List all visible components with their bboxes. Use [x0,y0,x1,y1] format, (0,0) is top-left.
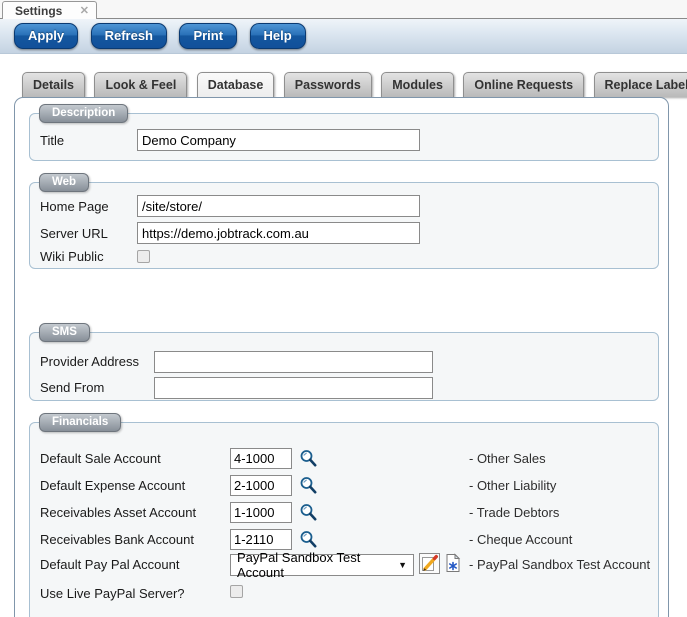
provider-address-label: Provider Address [40,354,139,369]
tab-replace-labels[interactable]: Replace Labels [594,72,687,97]
lookup-icon[interactable] [299,449,318,468]
settings-tab-title: Settings [3,4,62,18]
wiki-public-checkbox[interactable] [137,250,150,263]
apply-button[interactable]: Apply [14,23,78,49]
help-button[interactable]: Help [250,23,306,49]
server-url-input[interactable] [137,222,420,244]
receivables-bank-account-label: Receivables Bank Account [40,532,194,547]
receivables-asset-account-input[interactable] [230,502,292,523]
tab-details[interactable]: Details [22,72,85,97]
description-section: Description Title [29,113,659,161]
dropdown-arrow-icon: ▼ [398,560,407,570]
tab-database[interactable]: Database [197,72,275,97]
default-expense-account-label: Default Expense Account [40,478,185,493]
account-comment: - Other Liability [469,478,556,493]
title-input[interactable] [137,129,420,151]
account-comment: - Trade Debtors [469,505,559,520]
provider-address-input[interactable] [154,351,433,373]
account-comment: - Other Sales [469,451,546,466]
wiki-public-label: Wiki Public [40,249,104,264]
receivables-bank-account-row: Receivables Bank Account - Cheque Accoun… [30,529,660,551]
use-live-paypal-row: Use Live PayPal Server? [30,583,660,605]
toolbar: Apply Refresh Print Help [0,19,687,54]
settings-document-tab[interactable]: Settings ✕ [2,1,97,19]
new-record-icon[interactable] [443,553,463,573]
lookup-icon[interactable] [299,476,318,495]
account-comment: - Cheque Account [469,532,572,547]
default-expense-account-input[interactable] [230,475,292,496]
default-sale-account-label: Default Sale Account [40,451,161,466]
receivables-asset-account-row: Receivables Asset Account - Trade Debtor… [30,502,660,524]
default-paypal-account-row: Default Pay Pal Account PayPal Sandbox T… [30,554,660,576]
receivables-asset-account-label: Receivables Asset Account [40,505,196,520]
web-section: Web Home Page Server URL Wiki Public [29,182,659,269]
print-button[interactable]: Print [179,23,237,49]
financials-section: Financials Default Sale Account - Other … [29,422,659,617]
tab-passwords[interactable]: Passwords [284,72,372,97]
refresh-button[interactable]: Refresh [91,23,167,49]
paypal-comment: - PayPal Sandbox Test Account [469,557,650,572]
receivables-bank-account-input[interactable] [230,529,292,550]
home-page-label: Home Page [40,199,109,214]
default-paypal-account-label: Default Pay Pal Account [40,557,179,572]
sms-section: SMS Provider Address Send From [29,332,659,401]
server-url-label: Server URL [40,226,108,241]
use-live-paypal-label: Use Live PayPal Server? [40,586,185,601]
title-label: Title [40,133,64,148]
financials-legend: Financials [39,413,121,432]
paypal-selected-option: PayPal Sandbox Test Account [237,550,398,580]
close-icon[interactable]: ✕ [80,4,89,17]
sms-legend: SMS [39,323,90,342]
lookup-icon[interactable] [299,530,318,549]
edit-icon[interactable] [419,553,440,574]
home-page-input[interactable] [137,195,420,217]
default-sale-account-input[interactable] [230,448,292,469]
lookup-icon[interactable] [299,503,318,522]
send-from-label: Send From [40,380,104,395]
settings-tab-bar: Details Look & Feel Database Passwords M… [22,72,687,97]
tab-look-and-feel[interactable]: Look & Feel [94,72,187,97]
web-legend: Web [39,173,89,192]
tab-modules[interactable]: Modules [381,72,454,97]
use-live-paypal-checkbox[interactable] [230,585,243,598]
description-legend: Description [39,104,128,123]
tab-online-requests[interactable]: Online Requests [463,72,584,97]
document-tab-strip: Settings ✕ [0,0,687,19]
default-sale-account-row: Default Sale Account - Other Sales [30,448,660,470]
database-settings-panel: Description Title Web Home Page Server U… [14,97,669,617]
send-from-input[interactable] [154,377,433,399]
default-expense-account-row: Default Expense Account - Other Liabilit… [30,475,660,497]
default-paypal-account-select[interactable]: PayPal Sandbox Test Account ▼ [230,554,414,576]
